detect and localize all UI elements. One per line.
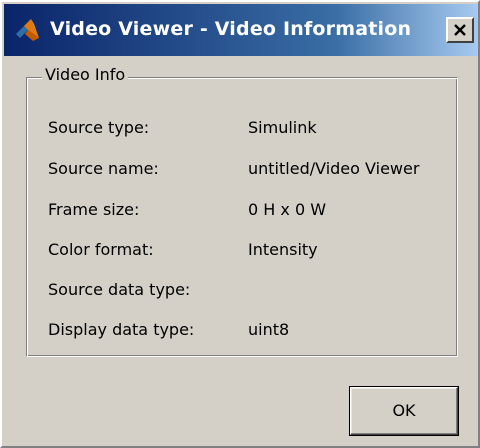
display-data-type-value: uint8 [248, 320, 290, 339]
display-data-type-label: Display data type: [48, 320, 195, 339]
source-name-label: Source name: [48, 159, 159, 178]
frame-size-value: 0 H x 0 W [248, 200, 327, 219]
source-type-label: Source type: [48, 118, 150, 137]
dialog-window: Video Viewer - Video Information Video I… [0, 0, 480, 448]
group-title: Video Info [42, 65, 129, 84]
window-title: Video Viewer - Video Information [50, 18, 412, 40]
close-icon [454, 24, 466, 36]
matlab-logo-icon [14, 16, 42, 44]
ok-button[interactable]: OK [349, 386, 459, 436]
close-button[interactable] [446, 17, 474, 43]
frame-size-label: Frame size: [48, 200, 140, 219]
source-name-value: untitled/Video Viewer [248, 159, 420, 178]
source-data-type-label: Source data type: [48, 280, 191, 299]
color-format-value: Intensity [248, 240, 318, 259]
source-type-value: Simulink [248, 118, 317, 137]
title-bar[interactable]: Video Viewer - Video Information [4, 4, 478, 56]
color-format-label: Color format: [48, 240, 154, 259]
